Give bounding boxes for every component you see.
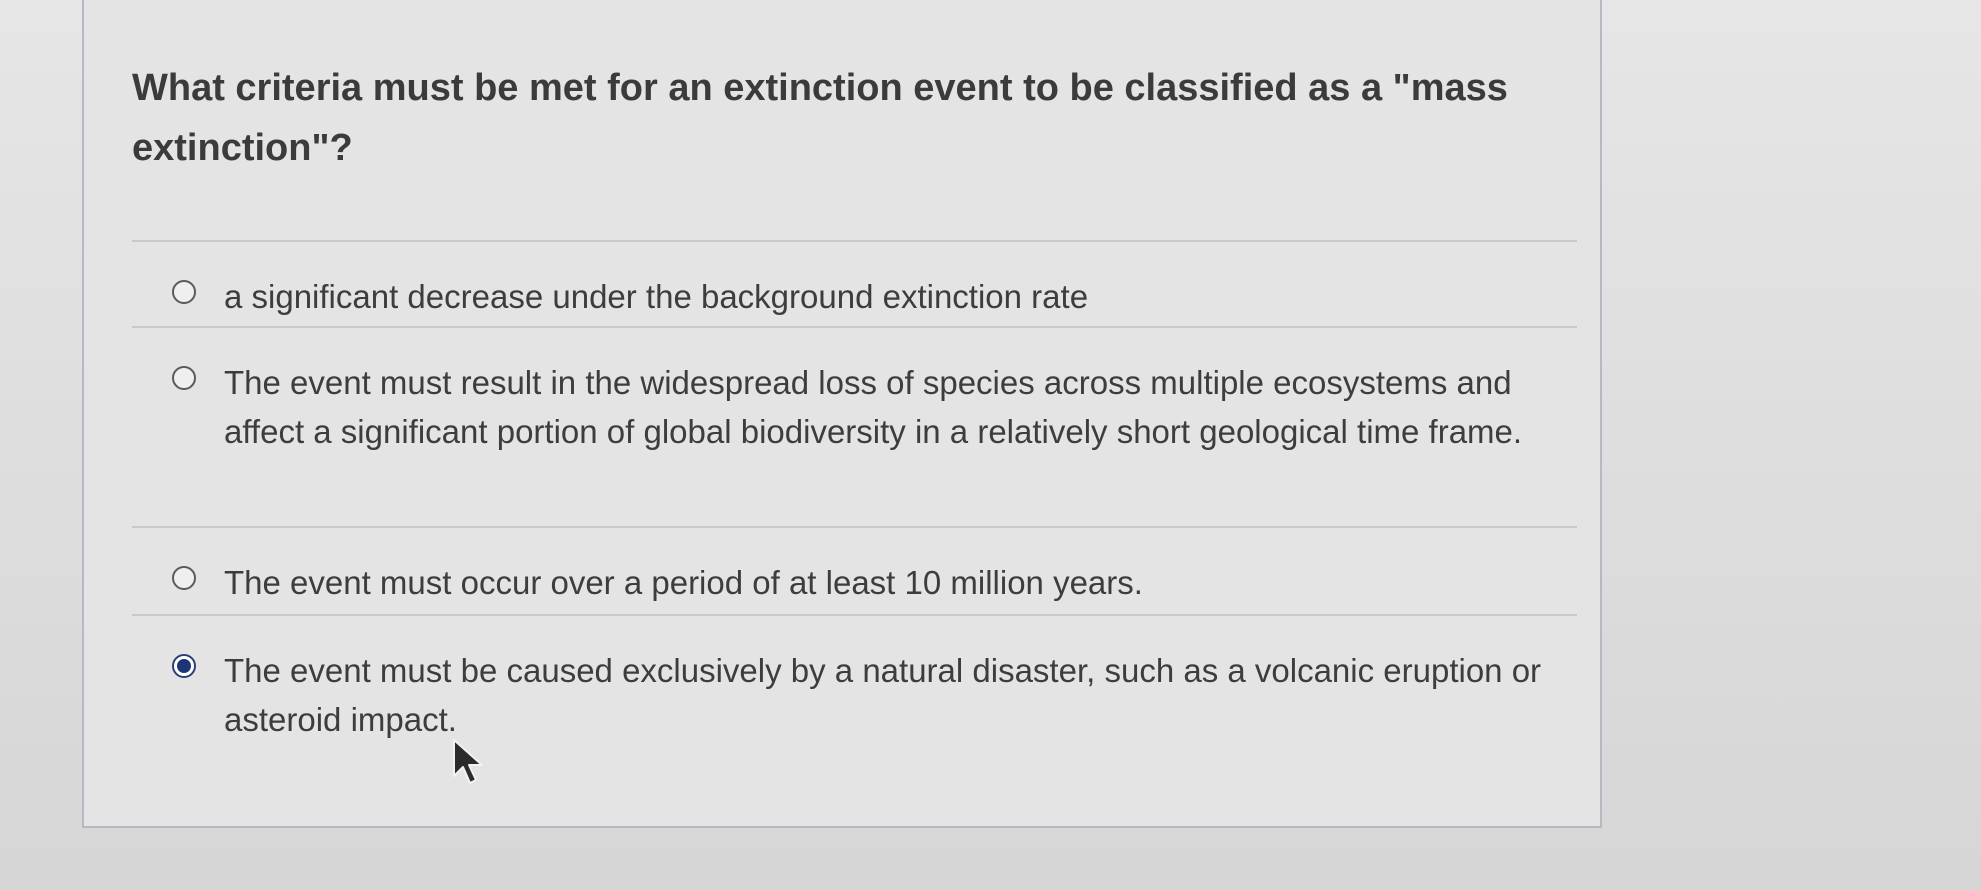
answer-option-label[interactable]: The event must be caused exclusively by …: [224, 646, 1577, 744]
question-card: What criteria must be met for an extinct…: [82, 0, 1602, 828]
question-text: What criteria must be met for an extinct…: [132, 67, 1508, 169]
radio-button-icon[interactable]: [172, 566, 196, 590]
page-background: What criteria must be met for an extinct…: [0, 0, 1981, 890]
radio-button-icon[interactable]: [172, 366, 196, 390]
answer-option-label[interactable]: The event must occur over a period of at…: [224, 558, 1577, 607]
answer-option[interactable]: a significant decrease under the backgro…: [132, 240, 1577, 326]
answer-options: a significant decrease under the backgro…: [132, 240, 1577, 754]
answer-option[interactable]: The event must occur over a period of at…: [132, 526, 1577, 614]
radio-button-selected-icon[interactable]: [172, 654, 196, 678]
radio-button-icon[interactable]: [172, 280, 196, 304]
answer-option-selected[interactable]: The event must be caused exclusively by …: [132, 614, 1577, 754]
mouse-pointer-icon: [453, 739, 483, 784]
answer-option-label[interactable]: a significant decrease under the backgro…: [224, 272, 1577, 321]
answer-option[interactable]: The event must result in the widespread …: [132, 326, 1577, 526]
answer-option-label[interactable]: The event must result in the widespread …: [224, 358, 1577, 456]
